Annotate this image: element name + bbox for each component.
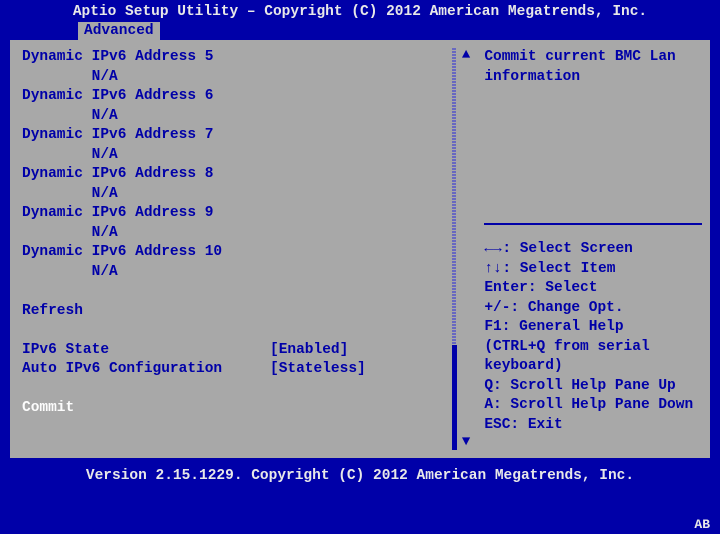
tab-advanced[interactable]: Advanced — [78, 22, 160, 40]
addr-label: Dynamic IPv6 Address 7 — [22, 126, 474, 146]
up-down-arrows-icon: ↑↓ — [484, 260, 502, 280]
left-right-arrows-icon: ←→ — [484, 240, 502, 260]
tab-row: Advanced — [0, 22, 720, 40]
addr-value: N/A — [22, 68, 474, 88]
setting-value: [Stateless] — [270, 360, 366, 380]
addr-label: Dynamic IPv6 Address 8 — [22, 165, 474, 185]
help-text-line: Commit current BMC Lan — [484, 48, 702, 68]
addr-label: Dynamic IPv6 Address 6 — [22, 87, 474, 107]
setting-ipv6-state[interactable]: IPv6 State [Enabled] — [22, 341, 474, 361]
addr-label: Dynamic IPv6 Address 10 — [22, 243, 474, 263]
main-frame: ▶ ▶ Dynamic IPv6 Address 5 N/A Dynamic I… — [10, 40, 710, 458]
menu-item-refresh[interactable]: Refresh — [22, 302, 474, 322]
scrollbar[interactable] — [452, 48, 456, 450]
spacer — [22, 282, 474, 302]
setting-label: IPv6 State — [22, 341, 270, 361]
setting-value: [Enabled] — [270, 341, 348, 361]
help-divider — [484, 223, 702, 225]
menu-item-commit[interactable]: Commit — [22, 399, 474, 419]
addr-label: Dynamic IPv6 Address 5 — [22, 48, 474, 68]
addr-value: N/A — [22, 185, 474, 205]
spacer — [22, 380, 474, 400]
addr-label: Dynamic IPv6 Address 9 — [22, 204, 474, 224]
addr-value: N/A — [22, 107, 474, 127]
addr-value: N/A — [22, 263, 474, 283]
help-keys: ←→: Select Screen ↑↓: Select Item Enter:… — [484, 240, 702, 435]
scroll-up-icon[interactable]: ▲ — [462, 46, 470, 66]
left-pane: Dynamic IPv6 Address 5 N/A Dynamic IPv6 … — [12, 42, 478, 456]
scroll-down-icon[interactable]: ▼ — [462, 433, 470, 453]
help-text-line: information — [484, 68, 702, 88]
right-pane: Commit current BMC Lan information ←→: S… — [478, 42, 708, 456]
footer: Version 2.15.1229. Copyright (C) 2012 Am… — [0, 458, 720, 484]
addr-value: N/A — [22, 224, 474, 244]
corner-label: AB — [694, 517, 710, 532]
setting-auto-ipv6[interactable]: Auto IPv6 Configuration [Stateless] — [22, 360, 474, 380]
addr-value: N/A — [22, 146, 474, 166]
title-bar: Aptio Setup Utility – Copyright (C) 2012… — [0, 0, 720, 22]
spacer — [22, 321, 474, 341]
setting-label: Auto IPv6 Configuration — [22, 360, 270, 380]
